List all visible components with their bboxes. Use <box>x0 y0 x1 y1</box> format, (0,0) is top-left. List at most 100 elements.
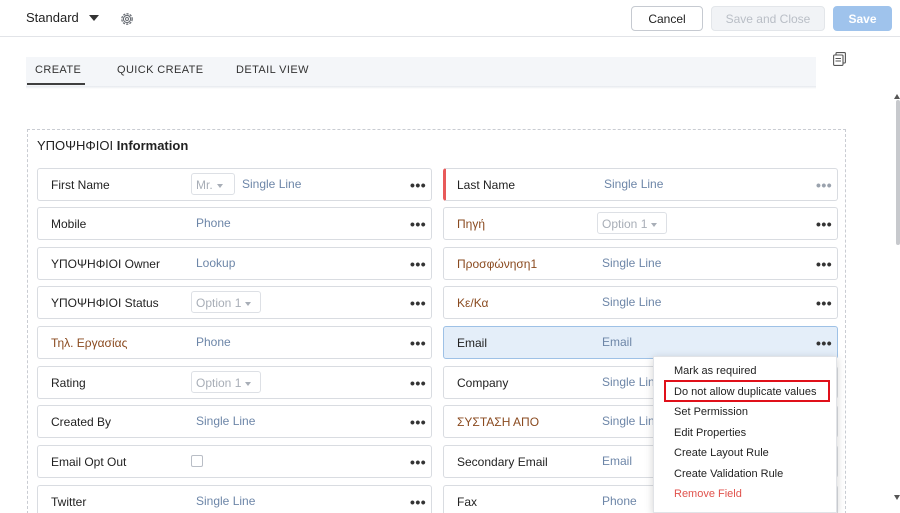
field-type: Single Line <box>196 494 256 508</box>
more-options-icon[interactable]: ••• <box>816 178 832 192</box>
layout-name: Standard <box>26 10 79 25</box>
field-type: Email <box>602 454 633 468</box>
option-select: Option 1 <box>191 371 261 393</box>
tabs-shadow <box>26 86 816 89</box>
section-title-prefix: ΥΠΟΨΗΦΙΟΙ <box>37 138 114 153</box>
field-twitter[interactable]: Twitter Single Line ••• <box>37 485 432 513</box>
field-type: Phone <box>602 494 637 508</box>
tab-create[interactable]: CREATE <box>35 64 81 76</box>
menu-item-remove-field[interactable]: Remove Field <box>674 488 742 500</box>
field-label: Mobile <box>51 217 87 231</box>
section-title[interactable]: ΥΠΟΨΗΦΙΟΙ Information <box>37 138 188 153</box>
field-label: Created By <box>51 415 112 429</box>
menu-item-edit-properties[interactable]: Edit Properties <box>674 427 746 439</box>
field-type: Single Line <box>604 177 664 191</box>
menu-item-create-validation-rule[interactable]: Create Validation Rule <box>674 468 783 480</box>
more-options-icon[interactable]: ••• <box>816 217 832 231</box>
field-label: Last Name <box>457 178 516 192</box>
more-options-icon[interactable]: ••• <box>816 336 832 350</box>
field-label: Twitter <box>51 495 87 509</box>
more-options-icon[interactable]: ••• <box>410 296 426 310</box>
field-label: Fax <box>457 495 478 509</box>
field-label: ΣΥΣΤΑΣΗ ΑΠΟ <box>457 415 540 429</box>
field-options-menu: Mark as required Do not allow duplicate … <box>653 356 837 513</box>
field-label: First Name <box>51 178 110 192</box>
caret-down-icon <box>245 381 252 386</box>
field-created-by[interactable]: Created By Single Line ••• <box>37 405 432 438</box>
field-label: Τηλ. Εργασίας <box>51 336 128 350</box>
section-title-suffix: Information <box>116 138 189 153</box>
field-label: Rating <box>51 376 86 390</box>
field-type: Single Line <box>196 414 256 428</box>
more-options-icon[interactable]: ••• <box>410 336 426 350</box>
more-options-icon[interactable]: ••• <box>410 455 426 469</box>
option-select: Option 1 <box>191 291 261 313</box>
scroll-up-icon[interactable] <box>894 94 900 99</box>
option-value: Option 1 <box>602 217 648 231</box>
salutation-select: Mr. <box>191 173 235 195</box>
menu-item-create-layout-rule[interactable]: Create Layout Rule <box>674 447 769 459</box>
field-title[interactable]: Κε/Κα Single Line ••• <box>443 286 838 319</box>
field-label: Company <box>457 376 509 390</box>
field-label: ΥΠΟΨΗΦΙΟΙ Owner <box>51 257 160 271</box>
gear-icon[interactable] <box>119 11 135 27</box>
more-options-icon[interactable]: ••• <box>410 376 426 390</box>
more-options-icon[interactable]: ••• <box>410 257 426 271</box>
field-type: Single Line <box>602 256 662 270</box>
save-and-close-button[interactable]: Save and Close <box>711 6 825 31</box>
field-label: ΥΠΟΨΗΦΙΟΙ Status <box>51 296 159 310</box>
field-label: Προσφώνηση1 <box>457 257 538 271</box>
more-options-icon[interactable]: ••• <box>410 217 426 231</box>
field-email-opt-out[interactable]: Email Opt Out ••• <box>37 445 432 478</box>
scrollbar-thumb[interactable] <box>896 100 900 245</box>
option-value: Option 1 <box>196 296 242 310</box>
field-work-phone[interactable]: Τηλ. Εργασίας Phone ••• <box>37 326 432 359</box>
field-label: Κε/Κα <box>457 296 489 310</box>
layout-selector[interactable]: Standard <box>26 10 99 25</box>
more-options-icon[interactable]: ••• <box>410 415 426 429</box>
scroll-down-icon[interactable] <box>894 495 900 500</box>
more-options-icon[interactable]: ••• <box>410 178 426 192</box>
option-select: Option 1 <box>597 212 667 234</box>
caret-down-icon <box>651 222 658 227</box>
caret-down-icon <box>216 183 223 188</box>
layout-tabs: CREATE QUICK CREATE DETAIL VIEW <box>26 57 816 86</box>
field-status[interactable]: ΥΠΟΨΗΦΙΟΙ Status Option 1 ••• <box>37 286 432 319</box>
field-first-name[interactable]: First Name Mr. Single Line ••• <box>37 168 432 201</box>
field-type: Phone <box>196 335 231 349</box>
caret-down-icon <box>245 301 252 306</box>
field-owner[interactable]: ΥΠΟΨΗΦΙΟΙ Owner Lookup ••• <box>37 247 432 280</box>
field-label: Secondary Email <box>457 455 548 469</box>
layout-preview-icon[interactable] <box>833 52 846 66</box>
checkbox <box>191 455 203 467</box>
menu-item-set-permission[interactable]: Set Permission <box>674 406 748 418</box>
cancel-button[interactable]: Cancel <box>631 6 703 31</box>
option-value: Option 1 <box>196 376 242 390</box>
field-rating[interactable]: Rating Option 1 ••• <box>37 366 432 399</box>
field-type: Phone <box>196 216 231 230</box>
field-label: Πηγή <box>457 217 486 231</box>
save-button[interactable]: Save <box>833 6 892 31</box>
more-options-icon[interactable]: ••• <box>410 495 426 509</box>
field-label: Email Opt Out <box>51 455 127 469</box>
menu-item-no-duplicates[interactable]: Do not allow duplicate values <box>674 386 816 398</box>
salutation-value: Mr. <box>196 178 213 192</box>
field-last-name[interactable]: Last Name Single Line ••• <box>443 168 838 201</box>
more-options-icon[interactable]: ••• <box>816 296 832 310</box>
active-tab-indicator <box>27 83 85 85</box>
field-type: Lookup <box>196 256 236 270</box>
field-type: Single Line <box>602 295 662 309</box>
more-options-icon[interactable]: ••• <box>816 257 832 271</box>
tab-quick-create[interactable]: QUICK CREATE <box>117 64 204 76</box>
field-source[interactable]: Πηγή Option 1 ••• <box>443 207 838 240</box>
field-mobile[interactable]: Mobile Phone ••• <box>37 207 432 240</box>
field-label: Email <box>457 336 488 350</box>
field-email[interactable]: Email Email ••• <box>443 326 838 359</box>
top-toolbar: Standard Cancel Save and Close Save <box>0 0 900 37</box>
field-type: Single Line <box>242 177 302 191</box>
menu-item-mark-required[interactable]: Mark as required <box>674 365 757 377</box>
tab-detail-view[interactable]: DETAIL VIEW <box>236 64 309 76</box>
field-salutation1[interactable]: Προσφώνηση1 Single Line ••• <box>443 247 838 280</box>
field-type: Email <box>602 335 633 349</box>
caret-down-icon <box>88 14 99 21</box>
